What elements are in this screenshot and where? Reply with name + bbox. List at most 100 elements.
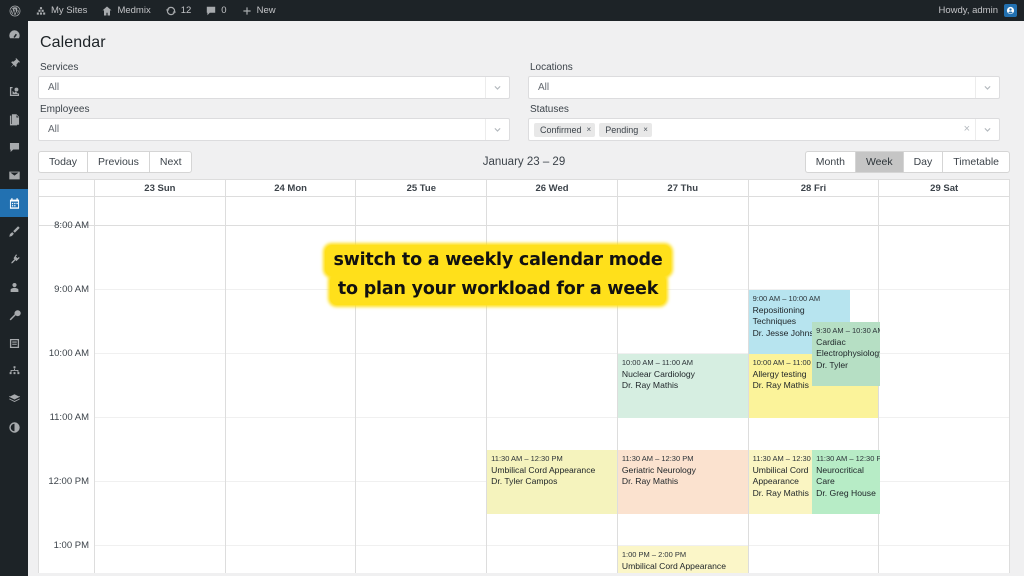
locations-select[interactable]: All xyxy=(528,76,1000,99)
calendar-event[interactable]: 11:30 AM – 12:30 PMUmbilical Cord Appear… xyxy=(748,450,817,514)
allday-cell[interactable] xyxy=(487,197,617,226)
time-slot[interactable] xyxy=(356,418,487,482)
day-header-24-mon[interactable]: 24 Mon xyxy=(226,180,357,196)
sidebar-item-bookings[interactable] xyxy=(0,189,33,217)
statuses-select[interactable]: Confirmed × Pending × × xyxy=(528,118,1000,141)
time-slot[interactable] xyxy=(225,226,356,290)
sidebar-item-settings[interactable] xyxy=(0,329,28,357)
calendar-event[interactable]: 10:00 AM – 11:00 AM Nuclear Cardiology Dr.… xyxy=(617,354,748,418)
sidebar-item-collapse[interactable] xyxy=(0,413,28,441)
clear-all-icon[interactable]: × xyxy=(959,124,975,135)
day-header-28-fri[interactable]: 28 Fri xyxy=(749,180,880,196)
time-slot[interactable] xyxy=(225,482,356,546)
time-slot[interactable] xyxy=(225,418,356,482)
previous-button[interactable]: Previous xyxy=(87,151,149,173)
sidebar-item-network[interactable] xyxy=(0,357,28,385)
day-header-27-thu[interactable]: 27 Thu xyxy=(618,180,749,196)
time-slot[interactable] xyxy=(879,354,1009,418)
day-column[interactable] xyxy=(95,197,226,573)
view-day-button[interactable]: Day xyxy=(902,151,943,173)
time-slot[interactable] xyxy=(749,546,879,573)
calendar-event[interactable]: 11:30 AM – 12:30 PM Geriatric Neurology Dr… xyxy=(617,450,748,514)
time-slot[interactable] xyxy=(95,418,225,482)
allday-cell[interactable] xyxy=(225,197,356,226)
employees-select[interactable]: All xyxy=(38,118,510,141)
time-slot[interactable] xyxy=(617,290,748,354)
time-slot[interactable] xyxy=(879,290,1009,354)
day-header-29-sat[interactable]: 29 Sat xyxy=(879,180,1009,196)
time-slot[interactable] xyxy=(95,354,225,418)
adminbar-item-comments[interactable]: 0 xyxy=(198,0,233,21)
allday-cell[interactable] xyxy=(617,197,748,226)
time-slot[interactable] xyxy=(879,482,1009,546)
sidebar-item-comments[interactable] xyxy=(0,133,28,161)
day-header-25-tue[interactable]: 25 Tue xyxy=(356,180,488,196)
chip-remove-icon[interactable]: × xyxy=(587,125,592,134)
sidebar-item-mail[interactable] xyxy=(0,161,28,189)
allday-cell[interactable] xyxy=(748,197,879,226)
status-chip-pending[interactable]: Pending × xyxy=(599,122,652,137)
day-header-23-sun[interactable]: 23 Sun xyxy=(95,180,226,196)
time-slot[interactable] xyxy=(95,546,225,573)
time-slot[interactable] xyxy=(356,226,487,290)
sidebar-item-dashboard[interactable] xyxy=(0,21,28,49)
calendar-event[interactable]: 9:30 AM – 10:30 AM Cardiac Electrophysiol… xyxy=(812,322,880,386)
today-button[interactable]: Today xyxy=(38,151,88,173)
time-slot[interactable] xyxy=(356,354,487,418)
next-button[interactable]: Next xyxy=(148,151,193,173)
day-column[interactable] xyxy=(879,197,1009,573)
calendar-event[interactable]: 11:30 AM – 12:30 PMUmbilical Cord Appear… xyxy=(487,450,617,514)
time-slot[interactable] xyxy=(356,482,487,546)
allday-cell[interactable] xyxy=(356,197,487,226)
time-slot[interactable] xyxy=(617,226,748,290)
time-slot[interactable] xyxy=(748,226,879,290)
time-slot[interactable] xyxy=(487,354,617,418)
day-column[interactable]: 9:00 AM – 10:00 AM Repositioning Techniqu… xyxy=(748,197,880,573)
chevron-down-icon[interactable] xyxy=(485,77,509,98)
adminbar-item-site-name[interactable]: Medmix xyxy=(94,0,157,21)
sidebar-item-users[interactable] xyxy=(0,273,28,301)
day-column[interactable]: 10:00 AM – 11:00 AM Nuclear Cardiology Dr.… xyxy=(617,197,749,573)
avatar[interactable] xyxy=(1004,4,1017,17)
adminbar-item-new[interactable]: New xyxy=(234,0,283,21)
sidebar-item-tools[interactable] xyxy=(0,301,28,329)
time-slot[interactable] xyxy=(879,546,1009,573)
time-slot[interactable] xyxy=(487,546,617,573)
day-column[interactable]: 11:30 AM – 12:30 PM Umbilical Cord Appear… xyxy=(487,197,618,573)
wordpress-logo-icon[interactable] xyxy=(0,0,28,21)
day-column[interactable] xyxy=(225,197,357,573)
chip-remove-icon[interactable]: × xyxy=(643,125,648,134)
day-header-26-wed[interactable]: 26 Wed xyxy=(487,180,618,196)
view-week-button[interactable]: Week xyxy=(854,151,903,173)
sidebar-item-layers[interactable] xyxy=(0,385,28,413)
time-slot[interactable] xyxy=(95,290,225,354)
calendar-event[interactable]: 1:00 PM – 2:00 PM Umbilical Cord Appearan… xyxy=(617,546,748,573)
adminbar-item-my-sites[interactable]: My Sites xyxy=(28,0,94,21)
services-select[interactable]: All xyxy=(38,76,510,99)
view-month-button[interactable]: Month xyxy=(804,151,855,173)
time-slot[interactable] xyxy=(95,226,225,290)
time-slot[interactable] xyxy=(226,546,356,573)
time-slot[interactable] xyxy=(356,546,486,573)
status-chip-confirmed[interactable]: Confirmed × xyxy=(534,122,596,137)
time-slot[interactable] xyxy=(879,226,1009,290)
time-slot[interactable] xyxy=(225,290,356,354)
time-slot[interactable] xyxy=(879,418,1009,482)
time-slot[interactable] xyxy=(225,354,356,418)
sidebar-item-posts[interactable] xyxy=(0,49,28,77)
sidebar-item-media[interactable] xyxy=(0,77,28,105)
sidebar-item-appearance[interactable] xyxy=(0,217,28,245)
adminbar-account[interactable]: Howdy, admin xyxy=(939,4,1024,17)
calendar-event[interactable]: 11:30 AM – 12:30 PMNeurocritical CareDr.… xyxy=(812,450,880,514)
chevron-down-icon[interactable] xyxy=(485,119,509,140)
time-slot[interactable] xyxy=(95,482,225,546)
allday-cell[interactable] xyxy=(95,197,225,226)
sidebar-item-plugins[interactable] xyxy=(0,245,28,273)
allday-cell[interactable] xyxy=(879,197,1009,226)
view-timetable-button[interactable]: Timetable xyxy=(942,151,1010,173)
sidebar-item-pages[interactable] xyxy=(0,105,28,133)
adminbar-item-updates[interactable]: 12 xyxy=(158,0,199,21)
chevron-down-icon[interactable] xyxy=(975,119,999,140)
chevron-down-icon[interactable] xyxy=(975,77,999,98)
time-slot[interactable] xyxy=(356,290,487,354)
